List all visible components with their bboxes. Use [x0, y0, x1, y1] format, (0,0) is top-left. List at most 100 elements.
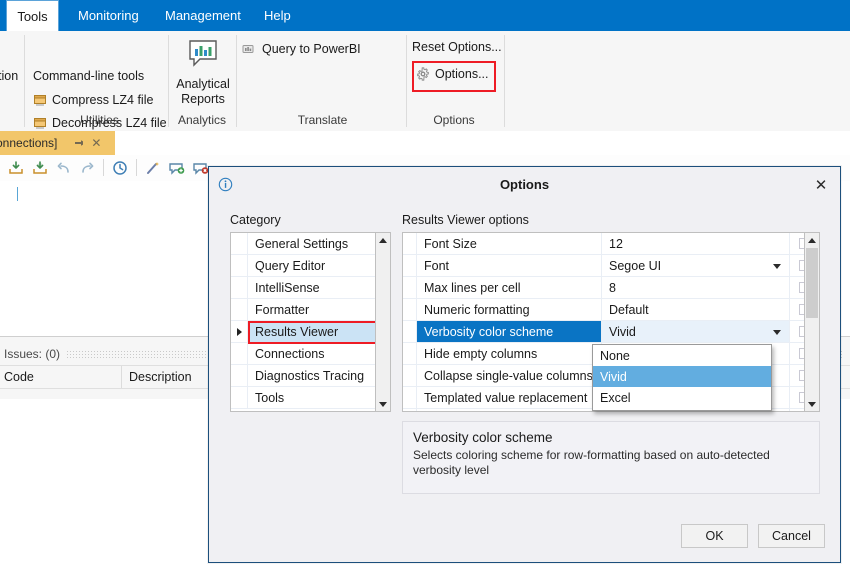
scroll-up-icon[interactable]	[376, 233, 390, 247]
category-list-item[interactable]: Formatter	[231, 299, 390, 321]
option-name-label: Verbosity color scheme	[424, 325, 553, 339]
category-item-body: IntelliSense	[248, 277, 390, 298]
dialog-title-bar[interactable]: Options ✕	[209, 167, 840, 203]
option-value-cell[interactable]: Default	[602, 299, 789, 320]
row-gutter	[403, 409, 417, 412]
close-icon[interactable]: ✕	[91, 136, 101, 150]
group-divider	[24, 35, 25, 127]
group-divider	[236, 35, 237, 127]
group-divider	[168, 35, 169, 127]
category-list-item[interactable]: Tools	[231, 387, 390, 409]
options-section-label: Results Viewer options	[402, 213, 529, 227]
export-down-icon[interactable]	[31, 159, 49, 180]
row-gutter	[231, 365, 248, 386]
option-value-cell[interactable]: 12	[602, 233, 789, 254]
pin-icon[interactable]	[73, 136, 85, 151]
option-name-cell: Templated value replacement	[417, 387, 602, 408]
options-grid-row[interactable]: FontSegoe UI	[403, 255, 819, 277]
toolbar-divider	[136, 159, 137, 176]
options-grid-row[interactable]: Font Size12	[403, 233, 819, 255]
ribbon-tab-monitoring[interactable]: Monitoring	[66, 0, 151, 31]
issues-column-description[interactable]: Description	[122, 370, 192, 384]
analytical-reports-button[interactable]: Analytical Reports	[173, 39, 233, 107]
options-scrollbar[interactable]	[804, 232, 820, 412]
option-value-cell[interactable]: 8	[602, 277, 789, 298]
scrollbar-thumb[interactable]	[806, 248, 818, 318]
document-tab-label: onnections]	[0, 136, 57, 150]
ribbon-tab-label: Monitoring	[78, 8, 139, 23]
undo-icon	[55, 159, 73, 180]
options-button[interactable]: Options...	[416, 67, 489, 81]
category-item-body: Connections	[248, 343, 390, 364]
scroll-down-icon[interactable]	[376, 397, 390, 411]
scroll-down-icon[interactable]	[805, 397, 819, 411]
dropdown-option[interactable]: None	[593, 345, 771, 366]
category-list-item[interactable]: IntelliSense	[231, 277, 390, 299]
group-label-options: Options	[412, 112, 496, 128]
add-comment-icon[interactable]	[168, 159, 186, 180]
row-gutter	[231, 277, 248, 298]
query-to-powerbi-button[interactable]: Query to PowerBI	[241, 42, 361, 56]
bar-chart-report-icon	[187, 39, 219, 73]
ribbon-tab-management[interactable]: Management	[153, 0, 253, 31]
dropdown-option[interactable]: Vivid	[593, 366, 771, 387]
option-value-cell[interactable]: Vivid	[602, 321, 789, 342]
row-selector-arrow	[231, 321, 248, 342]
options-grid-row[interactable]: Numeric formatting Default	[403, 299, 819, 321]
option-value-label: 12	[609, 237, 623, 251]
ribbon-tab-label: Help	[264, 8, 291, 23]
option-name-label: Hide empty columns	[424, 347, 537, 361]
ribbon-tab-tools[interactable]: Tools	[6, 0, 59, 31]
row-gutter	[403, 277, 417, 298]
ok-button[interactable]: OK	[681, 524, 748, 548]
category-list-item[interactable]: Results Viewer	[231, 321, 390, 343]
reset-options-label: Reset Options...	[412, 40, 502, 54]
description-title: Verbosity color scheme	[413, 430, 809, 445]
options-grid-row[interactable]: Max lines per cell8	[403, 277, 819, 299]
category-item-label: Connections	[248, 347, 325, 361]
analytical-reports-label-line2: Reports	[181, 92, 225, 107]
compress-lz4-file-button[interactable]: Compress LZ4 file	[33, 93, 153, 107]
close-icon[interactable]: ✕	[808, 173, 834, 197]
gear-icon	[416, 67, 430, 81]
issues-count-label: Issues: (0)	[0, 347, 60, 361]
options-grid-row[interactable]: Verbosity color scheme Vivid	[403, 321, 819, 343]
ribbon-tab-help[interactable]: Help	[252, 0, 303, 31]
category-item-label: Tools	[248, 391, 284, 405]
category-list[interactable]: General SettingsQuery EditorIntelliSense…	[230, 232, 391, 412]
format-wand-icon[interactable]	[144, 159, 162, 180]
category-item-label: Formatter	[248, 303, 309, 317]
import-down-icon[interactable]	[7, 159, 25, 180]
category-list-item[interactable]: Query Editor	[231, 255, 390, 277]
row-gutter	[403, 233, 417, 254]
category-list-item[interactable]: Connections	[231, 343, 390, 365]
category-section-label: Category	[230, 213, 281, 227]
ribbon-tab-label: Tools	[17, 9, 47, 24]
dropdown-option-label: None	[600, 349, 630, 363]
chevron-down-icon[interactable]	[773, 330, 781, 335]
cancel-button-label: Cancel	[772, 529, 811, 543]
option-name-label: Numeric formatting	[424, 303, 530, 317]
option-value-cell[interactable]: Segoe UI	[602, 255, 789, 276]
category-list-item[interactable]: General Settings	[231, 233, 390, 255]
chevron-down-icon[interactable]	[773, 264, 781, 269]
cancel-button[interactable]: Cancel	[758, 524, 825, 548]
category-scrollbar[interactable]	[375, 232, 391, 412]
option-name-label: Templated value replacement	[424, 391, 587, 405]
scroll-up-icon[interactable]	[805, 233, 819, 247]
reset-options-button[interactable]: Reset Options...	[412, 40, 502, 54]
verbosity-color-scheme-dropdown[interactable]: None VividExcel	[592, 344, 772, 411]
history-clock-icon[interactable]	[111, 159, 129, 180]
group-divider	[504, 35, 505, 127]
category-list-item[interactable]: Diagnostics Tracing	[231, 365, 390, 387]
option-value-label: Segoe UI	[609, 259, 661, 273]
document-tab[interactable]: onnections] ✕	[0, 131, 115, 155]
group-label-analytics: Analytics	[170, 112, 234, 128]
issues-column-code[interactable]: Code	[0, 366, 122, 388]
dropdown-option[interactable]: Excel	[593, 387, 771, 408]
ribbon-tab-bar: Tools Monitoring Management Help	[0, 0, 850, 31]
option-name-label: Collapse single-value columns	[424, 369, 593, 383]
row-gutter	[403, 299, 417, 320]
category-item-label: Results Viewer	[248, 325, 338, 339]
row-gutter	[403, 387, 417, 408]
